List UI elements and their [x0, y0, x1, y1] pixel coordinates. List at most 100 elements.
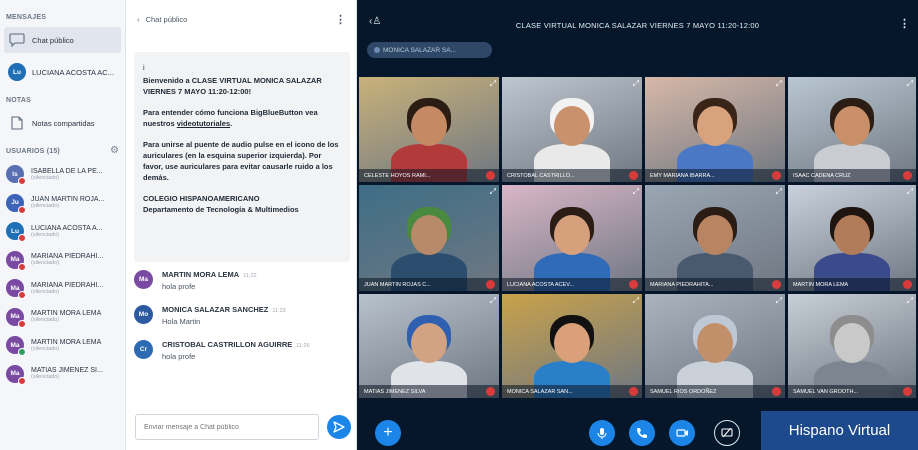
expand-icon[interactable]: ⤢: [776, 188, 782, 196]
avatar: Ma: [6, 336, 26, 357]
avatar: Is: [6, 165, 26, 186]
user-list-item[interactable]: Ju JUAN MARTIN ROJA... (silenciado): [0, 189, 125, 218]
screen-share-off-icon: [721, 428, 733, 438]
webcam-tile[interactable]: ⤢ SAMUEL RIOS ORDOÑEZ: [645, 294, 785, 398]
user-list-item[interactable]: Ma MARTIN MORA LEMA (silenciado): [0, 303, 125, 332]
muted-mic-icon: [18, 319, 26, 328]
user-name: ISABELLA DE LA PE...: [31, 167, 103, 175]
expand-icon[interactable]: ⤢: [490, 80, 496, 88]
user-name: MARTIN MORA LEMA: [31, 338, 102, 346]
user-status: (silenciado): [31, 203, 60, 210]
expand-icon[interactable]: ⤢: [633, 188, 639, 196]
muted-mic-icon: [903, 387, 912, 396]
webcam-tile[interactable]: ⤢ MARIANA PIEDRAHITA...: [645, 185, 785, 291]
send-icon: [333, 421, 345, 433]
muted-mic-icon: [486, 387, 495, 396]
mute-button[interactable]: [589, 420, 615, 446]
notes-icon: [8, 114, 26, 132]
expand-icon[interactable]: ⤢: [907, 297, 913, 305]
muted-mic-icon: [18, 262, 26, 271]
user-list-item[interactable]: Is ISABELLA DE LA PE... (silenciado): [0, 160, 125, 189]
expand-icon[interactable]: ⤢: [490, 297, 496, 305]
expand-icon[interactable]: ⤢: [776, 297, 782, 305]
user-status: (silenciado): [31, 317, 60, 324]
muted-mic-icon: [18, 205, 26, 214]
user-status: (silenciado): [31, 260, 60, 267]
muted-mic-icon: [629, 171, 638, 180]
webcam-tile[interactable]: ⤢ SAMUEL VAN GROOTH...: [788, 294, 916, 398]
expand-icon[interactable]: ⤢: [633, 297, 639, 305]
options-menu-icon[interactable]: ⋮: [899, 17, 910, 30]
avatar: Ma: [6, 307, 26, 328]
plus-icon: +: [383, 424, 393, 441]
expand-icon[interactable]: ⤢: [776, 80, 782, 88]
welcome-message: i Bienvenido a CLASE VIRTUAL MONICA SALA…: [134, 52, 350, 262]
webcam-user-name: SAMUEL VAN GROOTH...: [793, 388, 859, 395]
muted-mic-icon: [772, 280, 781, 289]
user-name: LUCIANA ACOSTA A...: [31, 224, 103, 232]
back-button[interactable]: ‹ Chat público: [137, 15, 187, 24]
gear-icon[interactable]: ⚙: [110, 146, 119, 156]
chevron-left-icon: ‹: [137, 14, 140, 24]
webcam-tile[interactable]: ⤢ MONICA SALAZAR SAN...: [502, 294, 642, 398]
webcam-tile[interactable]: ⤢ ISAAC CADENA CRUZ: [788, 77, 916, 182]
actions-button[interactable]: +: [375, 420, 401, 446]
webcam-tile[interactable]: ⤢ JUAN MARTIN ROJAS C...: [359, 185, 499, 291]
vertical-ellipsis-icon[interactable]: ⋮: [335, 13, 346, 26]
muted-mic-icon: [903, 280, 912, 289]
webcam-user-name: JUAN MARTIN ROJAS C...: [364, 281, 431, 288]
user-list-item[interactable]: Ma MARIANA PIEDRAHI... (silenciado): [0, 274, 125, 303]
expand-icon[interactable]: ⤢: [907, 188, 913, 196]
messages-section-title: MENSAJES: [6, 14, 47, 21]
muted-mic-icon: [903, 171, 912, 180]
user-status: (silenciado): [31, 288, 60, 295]
avatar: Ma: [6, 364, 26, 385]
expand-icon[interactable]: ⤢: [907, 80, 913, 88]
tutorials-link[interactable]: videotutoriales: [177, 119, 230, 128]
expand-icon[interactable]: ⤢: [633, 80, 639, 88]
webcam-user-name: CRISTOBAL CASTRILLO...: [507, 172, 575, 179]
chat-message: Cr CRISTOBAL CASTRILLON AGUIRRE 11:26 hola …: [134, 340, 310, 361]
chat-message-input[interactable]: [135, 414, 319, 440]
expand-icon[interactable]: ⤢: [490, 188, 496, 196]
webcam-tile[interactable]: ⤢ CELESTE HOYOS RAMI...: [359, 77, 499, 182]
send-button[interactable]: [327, 415, 351, 439]
webcam-tile[interactable]: ⤢ LUCIANA ACOSTA ACEV...: [502, 185, 642, 291]
message-time: 11:23: [272, 308, 286, 314]
talking-indicator-icon: [18, 348, 26, 357]
webcam-tile[interactable]: ⤢ MATIAS JIMENEZ SILVA: [359, 294, 499, 398]
user-list-item[interactable]: Ma MARTIN MORA LEMA (silenciado): [0, 331, 125, 360]
webcam-tile[interactable]: ⤢ EMY MARIANA IBARRA...: [645, 77, 785, 182]
webcam-tile[interactable]: ⤢ CRISTOBAL CASTRILLO...: [502, 77, 642, 182]
avatar: Ma: [6, 250, 26, 271]
webcam-user-name: SAMUEL RIOS ORDOÑEZ: [650, 388, 717, 395]
avatar: Ma: [6, 279, 26, 300]
message-author: CRISTOBAL CASTRILLON AGUIRRE: [162, 340, 293, 349]
shared-notes-item[interactable]: Notas compartidas: [4, 110, 121, 136]
muted-mic-icon: [486, 171, 495, 180]
message-time: 11:22: [243, 273, 257, 279]
user-list-item[interactable]: Ma MATIAS JIMENEZ SI... (silenciado): [0, 360, 125, 389]
meeting-title: CLASE VIRTUAL MONICA SALAZAR VIERNES 7 M…: [515, 21, 760, 30]
public-chat-item[interactable]: Chat público: [4, 27, 121, 53]
user-name: JUAN MARTIN ROJA...: [31, 196, 105, 204]
presenter-chip[interactable]: MONICA SALAZAR SA...: [367, 42, 492, 58]
user-list-item[interactable]: Lu LUCIANA ACOSTA A... (silenciado): [0, 217, 125, 246]
user-name: MARIANA PIEDRAHI...: [31, 253, 104, 261]
message-author: MARTIN MORA LEMA: [162, 270, 240, 279]
private-chat-item[interactable]: Lu LUCIANA ACOSTA AC...: [4, 59, 121, 85]
leave-audio-button[interactable]: [629, 420, 655, 446]
user-name: MARIANA PIEDRAHI...: [31, 281, 104, 289]
muted-mic-icon: [629, 280, 638, 289]
user-list-item[interactable]: Ma MARIANA PIEDRAHI... (silenciado): [0, 246, 125, 275]
muted-mic-icon: [18, 376, 26, 385]
avatar: Lu: [6, 222, 26, 243]
webcam-tile[interactable]: ⤢ MARTIN MORA LEMA: [788, 185, 916, 291]
avatar: Ma: [134, 270, 153, 289]
share-webcam-button[interactable]: [669, 420, 695, 446]
screen-share-button[interactable]: [714, 420, 740, 446]
user-list-sidebar: MENSAJES Chat público Lu LUCIANA ACOSTA …: [0, 0, 126, 450]
webcam-user-name: MATIAS JIMENEZ SILVA: [364, 388, 426, 395]
message-text: hola profe: [162, 352, 196, 361]
muted-mic-icon: [629, 387, 638, 396]
